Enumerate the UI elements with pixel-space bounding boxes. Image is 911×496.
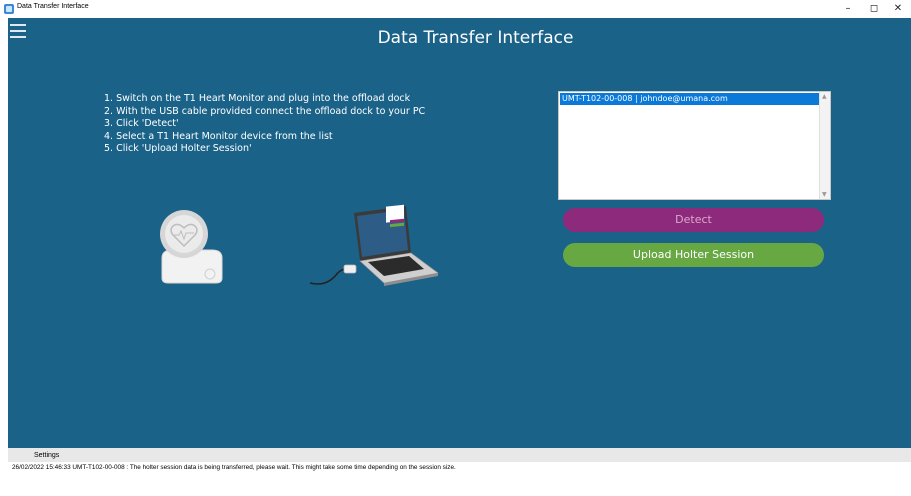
- instruction-step: 1. Switch on the T1 Heart Monitor and pl…: [104, 93, 411, 104]
- device-list-scrollbar[interactable]: ▲ ▼: [819, 92, 830, 199]
- app-icon: [4, 4, 14, 14]
- window-titlebar: Data Transfer Interface – ◻ ✕: [0, 0, 911, 18]
- log-panel: Settings 26/02/2022 15:46:33 UMT-T102-00…: [8, 448, 911, 496]
- maximize-button[interactable]: ◻: [862, 0, 886, 18]
- window-title: Data Transfer Interface: [17, 3, 89, 10]
- close-button[interactable]: ✕: [886, 0, 910, 18]
- page-title: Data Transfer Interface: [377, 28, 574, 48]
- device-list[interactable]: UMT-T102-00-008 | johndoe@umana.com ▲ ▼: [558, 91, 831, 200]
- log-header: Settings: [8, 448, 911, 462]
- detect-button[interactable]: Detect: [563, 208, 824, 232]
- instruction-step: 5. Click 'Upload Holter Session': [104, 143, 252, 155]
- instruction-step: 4. Select a T1 Heart Monitor device from…: [104, 130, 333, 142]
- heart-monitor-device-icon: [160, 210, 223, 284]
- laptop-with-dock-icon: [309, 204, 439, 286]
- minimize-button[interactable]: –: [836, 0, 860, 18]
- instructions-list: 1. Switch on the T1 Heart Monitor and pl…: [104, 93, 425, 156]
- scroll-up-icon[interactable]: ▲: [822, 93, 827, 100]
- instruction-step: 3. Click 'Detect': [104, 118, 179, 130]
- log-label: Settings: [34, 452, 60, 459]
- log-line: 26/02/2022 15:46:33 UMT-T102-00-008 : Th…: [12, 464, 456, 471]
- scroll-down-icon[interactable]: ▼: [822, 191, 827, 198]
- device-list-item[interactable]: UMT-T102-00-008 | johndoe@umana.com: [560, 93, 821, 105]
- main-panel: Data Transfer Interface 1. Switch on the…: [8, 18, 911, 448]
- upload-holter-session-button[interactable]: Upload Holter Session: [563, 243, 824, 267]
- instruction-step: 2. With the USB cable provided connect t…: [104, 105, 426, 117]
